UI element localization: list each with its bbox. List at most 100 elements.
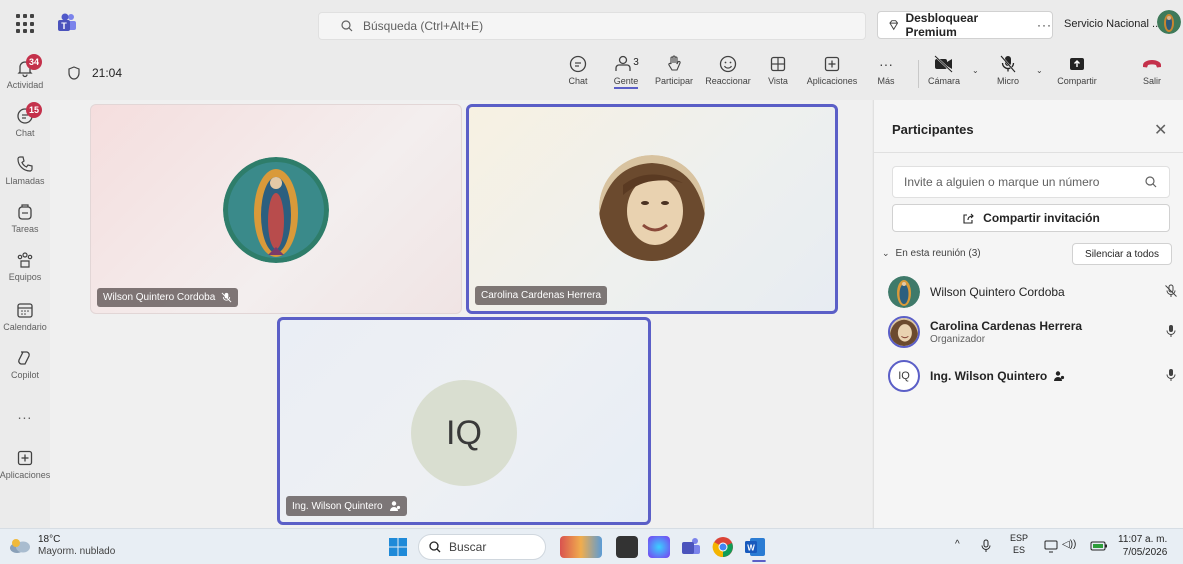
profile-avatar[interactable] (1157, 10, 1181, 34)
teams-app-icon[interactable] (680, 536, 702, 558)
rail-item-activity[interactable]: 34 Actividad (0, 52, 50, 100)
participant-name: Ing. Wilson Quintero (930, 369, 1048, 383)
temperature: 18°C (38, 534, 61, 545)
mic-label: Micro (997, 76, 1019, 86)
widget-highlight-icon[interactable] (560, 536, 602, 558)
rail-item-teams[interactable]: Equipos (0, 244, 50, 292)
teams-icon (17, 252, 33, 268)
leave-label: Salir (1142, 76, 1161, 86)
apps-label: Aplicaciones (806, 76, 858, 86)
active-app-indicator (752, 560, 766, 562)
premium-more-icon[interactable]: ··· (1037, 18, 1052, 32)
close-icon[interactable]: ✕ (1154, 120, 1167, 140)
add-app-icon (824, 56, 840, 72)
show-hidden-icons-icon[interactable]: ^ (955, 539, 960, 550)
copilot-icon[interactable] (648, 536, 670, 558)
mic-tray-icon[interactable] (980, 539, 992, 553)
participant-name: Carolina Cardenas Herrera (930, 319, 1083, 333)
participant-row[interactable]: Carolina Cardenas Herrera Organizador (888, 314, 1178, 350)
tile-name-tag: Ing. Wilson Quintero (286, 496, 407, 516)
rail-label: Copilot (10, 370, 39, 380)
app-launcher-icon[interactable] (16, 14, 36, 34)
participant-name: Wilson Quintero Cordoba (930, 285, 1065, 299)
mic-options-chevron-icon[interactable]: ⌄ (1036, 66, 1043, 75)
mute-all-button[interactable]: Silenciar a todos (1072, 243, 1172, 265)
share-screen-icon (1070, 58, 1084, 70)
battery-icon[interactable] (1090, 541, 1108, 551)
people-button[interactable]: 3 Gente (606, 54, 646, 98)
phone-icon (17, 156, 33, 172)
share-invite-button[interactable]: Compartir invitación (892, 204, 1170, 232)
word-icon[interactable]: W (744, 536, 766, 558)
hand-icon (668, 55, 681, 71)
grid-view-icon (770, 56, 786, 72)
video-tile-ing-wilson[interactable]: IQ Ing. Wilson Quintero (277, 317, 651, 525)
share-button[interactable]: Compartir (1052, 54, 1102, 98)
rail-item-more[interactable]: ... (0, 400, 50, 448)
meeting-toolbar: 21:04 Chat 3 Gente Participar Reaccionar… (50, 48, 1183, 100)
rail-item-copilot[interactable]: Copilot (0, 342, 50, 390)
react-label: Reaccionar (705, 76, 751, 86)
meeting-timer: 21:04 (68, 66, 122, 80)
more-actions-button[interactable]: ··· Más (870, 54, 902, 98)
participant-row[interactable]: IQ Ing. Wilson Quintero (888, 358, 1178, 394)
chrome-icon[interactable] (712, 536, 734, 558)
invite-input[interactable]: Invite a alguien o marque un número (892, 166, 1170, 198)
rail-label: Aplicaciones (0, 470, 51, 480)
search-input[interactable]: Búsqueda (Ctrl+Alt+E) (318, 12, 866, 40)
toolbar-divider (918, 60, 919, 88)
volume-icon[interactable]: ◁)) (1062, 539, 1076, 550)
in-meeting-section[interactable]: ⌄ En esta reunión (3) (882, 248, 981, 259)
leave-button[interactable]: Salir (1132, 54, 1172, 98)
rail-item-tasks[interactable]: Tareas (0, 196, 50, 244)
share-icon (963, 213, 974, 224)
tile-name: Ing. Wilson Quintero (292, 500, 383, 512)
search-icon (429, 541, 441, 553)
rail-item-calendar[interactable]: Calendario (0, 294, 50, 342)
system-clock[interactable]: 11:07 a. m. 7/05/2026 (1118, 533, 1167, 559)
camera-button[interactable]: Cámara (922, 54, 966, 98)
people-icon (615, 55, 631, 71)
chat-badge: 15 (26, 102, 43, 118)
view-button[interactable]: Vista (758, 54, 798, 98)
weather-widget[interactable]: 18°C Mayorm. nublado (8, 534, 115, 558)
display-icon[interactable] (1044, 540, 1058, 553)
hang-up-icon (1143, 60, 1161, 68)
participant-avatar (223, 157, 329, 263)
org-name[interactable]: Servicio Nacional ... (1064, 18, 1161, 30)
raise-hand-button[interactable]: Participar (648, 54, 700, 98)
tile-name-tag: Carolina Cardenas Herrera (475, 286, 608, 305)
file-explorer-icon[interactable] (616, 536, 638, 558)
title-bar: T Búsqueda (Ctrl+Alt+E) Desbloquear Prem… (0, 0, 1183, 48)
participant-initials: IQ (888, 360, 920, 392)
video-tile-carolina[interactable]: Carolina Cardenas Herrera (466, 104, 838, 314)
share-invite-label: Compartir invitación (983, 211, 1100, 225)
camera-off-icon (934, 55, 953, 73)
tile-name-tag: Wilson Quintero Cordoba (97, 288, 239, 307)
presenter-icon (1054, 371, 1065, 381)
participant-avatar (888, 316, 920, 348)
rail-item-apps[interactable]: Aplicaciones (0, 442, 50, 490)
mic-off-icon (221, 292, 232, 303)
rail-item-calls[interactable]: Llamadas (0, 148, 50, 196)
video-tile-wilson[interactable]: Wilson Quintero Cordoba (90, 104, 462, 314)
shield-icon (68, 66, 80, 80)
teams-logo-icon[interactable]: T (56, 12, 78, 34)
apps-button[interactable]: Aplicaciones (800, 54, 864, 98)
mic-icon[interactable] (1164, 324, 1178, 338)
participant-row[interactable]: Wilson Quintero Cordoba (888, 274, 1178, 310)
camera-options-chevron-icon[interactable]: ⌄ (972, 66, 979, 75)
video-stage: Wilson Quintero Cordoba Carolina Cardena… (50, 100, 872, 528)
windows-taskbar: 18°C Mayorm. nublado Buscar W ^ ESP ES ◁… (0, 528, 1183, 564)
language-indicator[interactable]: ESP ES (1010, 532, 1028, 556)
weather-status: Mayorm. nublado (38, 546, 116, 557)
windows-start-icon[interactable] (388, 537, 408, 557)
rail-item-chat[interactable]: 15 Chat (0, 100, 50, 148)
mic-button[interactable]: Micro (986, 54, 1030, 98)
react-button[interactable]: Reaccionar (700, 54, 756, 98)
unlock-premium-button[interactable]: Desbloquear Premium ··· (877, 11, 1053, 39)
mic-off-icon[interactable] (1164, 284, 1178, 298)
taskbar-search[interactable]: Buscar (418, 534, 546, 560)
chat-button[interactable]: Chat (558, 54, 598, 98)
mic-icon[interactable] (1164, 368, 1178, 382)
